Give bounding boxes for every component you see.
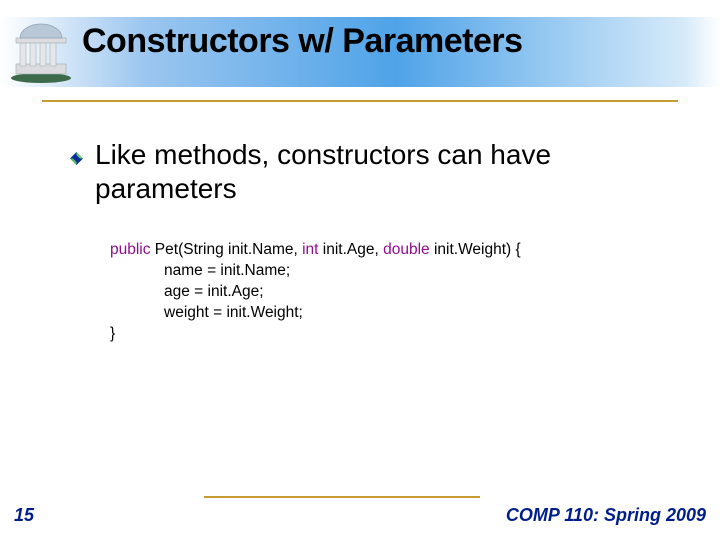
keyword-public: public <box>110 241 151 258</box>
keyword-int: int <box>302 241 318 258</box>
diamond-bullet-icon <box>70 152 83 165</box>
bullet-item: Like methods, constructors can have para… <box>70 138 670 206</box>
code-line-1: public Pet(String init.Name, int init.Ag… <box>110 240 670 261</box>
footer-rule <box>204 496 480 498</box>
header-rule <box>42 100 678 102</box>
code-line-2: name = init.Name; <box>164 261 670 282</box>
slide-title: Constructors w/ Parameters <box>82 22 523 61</box>
code-line-4: weight = init.Weight; <box>164 303 670 324</box>
code-block: public Pet(String init.Name, int init.Ag… <box>110 240 670 345</box>
unc-rotunda-logo <box>8 20 74 84</box>
course-label: COMP 110: Spring 2009 <box>506 505 706 526</box>
page-number: 15 <box>14 505 34 526</box>
code-line-3: age = init.Age; <box>164 282 670 303</box>
slide: Constructors w/ Parameters Like methods,… <box>0 0 720 540</box>
keyword-double: double <box>383 241 430 258</box>
bullet-text: Like methods, constructors can have para… <box>95 138 670 206</box>
content-area: Like methods, constructors can have para… <box>70 138 670 345</box>
code-line-5: } <box>110 324 670 345</box>
